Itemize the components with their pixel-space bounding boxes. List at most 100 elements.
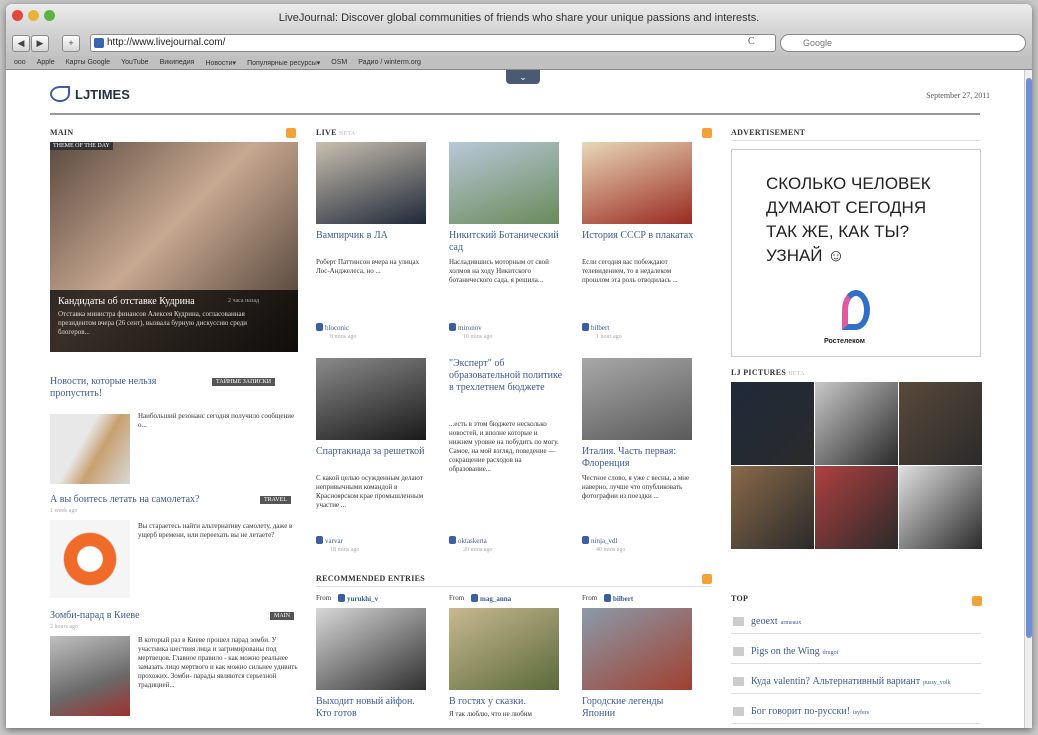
author-link[interactable]: ninja_vdl — [582, 536, 617, 545]
author-link[interactable]: mironov — [449, 323, 482, 332]
picture-thumb[interactable] — [815, 466, 898, 549]
live-title[interactable]: "Эксперт" об образовательной политике в … — [449, 358, 564, 394]
top-item-user: tsyfers — [853, 710, 870, 716]
author-name: ninja_vdl — [591, 537, 618, 545]
top-item[interactable]: geoext armeaux — [731, 612, 981, 634]
picture-thumb[interactable] — [899, 466, 982, 549]
ad-text: СКОЛЬКО ЧЕЛОВЕК ДУМАЮТ СЕГОДНЯ ТАК ЖЕ, К… — [766, 174, 931, 265]
bookmark-item[interactable]: Карты Google — [66, 59, 110, 66]
main-item-tag[interactable]: MAIN — [270, 612, 294, 620]
rss-icon[interactable] — [972, 596, 982, 606]
author-link[interactable]: yurukhi_v — [338, 594, 378, 603]
live-image[interactable] — [449, 142, 559, 224]
live-ago: 40 mins ago — [596, 547, 626, 553]
main-item-image[interactable] — [50, 636, 130, 716]
live-title[interactable]: Никитский Ботанический сад — [449, 230, 564, 254]
chevron-down-icon[interactable]: ⌄ — [506, 70, 540, 84]
bookmark-item[interactable]: Новости▾ — [205, 59, 236, 67]
top-item-title: Куда valentin? Альтернативный вариант — [751, 676, 921, 687]
top-item-title: geoext — [751, 616, 778, 627]
picture-thumb[interactable] — [899, 382, 982, 465]
section-ad: ADVERTISEMENT — [731, 128, 806, 137]
user-icon — [449, 323, 456, 331]
author-link[interactable]: varvar — [316, 536, 343, 545]
author-link[interactable]: bilbert — [582, 323, 609, 332]
live-image[interactable] — [316, 142, 426, 224]
live-title[interactable]: Италия. Часть первая: Флоренция — [582, 446, 697, 470]
bookmarks-bar: ooo Apple Карты Google YouTube Википедия… — [6, 56, 1032, 70]
main-item-tag[interactable]: TRAVEL — [260, 496, 291, 504]
scroll-thumb[interactable] — [1026, 78, 1032, 638]
author-name: yurukhi_v — [347, 595, 379, 603]
picture-thumb[interactable] — [731, 382, 814, 465]
ad-brand: Ростелеком — [824, 338, 865, 345]
recommended-title[interactable]: Выходит новый айфон. Кто готов — [316, 696, 428, 720]
site-logo[interactable]: LJTIMES — [50, 86, 130, 102]
live-ago: 1 hour ago — [596, 334, 622, 340]
rss-icon[interactable] — [286, 128, 296, 138]
search-field[interactable]: Google — [780, 34, 1026, 52]
back-button[interactable]: ◀ — [12, 35, 30, 52]
top-item[interactable]: Куда valentin? Альтернативный вариант pus… — [731, 672, 981, 694]
main-item-image[interactable] — [50, 414, 130, 484]
main-item-title[interactable]: А вы боитесь летать на самолетах? — [50, 494, 250, 506]
main-item-tag[interactable]: ТАЙНЫЕ ЗАПИСКИ — [212, 378, 276, 386]
section-top: TOP — [731, 594, 749, 603]
recommended-image[interactable] — [449, 608, 559, 690]
rss-icon[interactable] — [702, 574, 712, 584]
recommended-image[interactable] — [582, 608, 692, 690]
author-name: mironov — [458, 324, 482, 332]
bookmark-item[interactable]: Apple — [37, 59, 55, 66]
author-name: bilbert — [591, 324, 610, 332]
user-icon — [316, 536, 323, 544]
recommended-title[interactable]: Городские легенды Японии — [582, 696, 694, 720]
picture-thumb[interactable] — [731, 466, 814, 549]
forward-button[interactable]: ▶ — [31, 35, 49, 52]
bookmark-item[interactable]: Радио / winterm.org — [358, 59, 421, 66]
feature-text: Отставка министра финансов Алексея Кудри… — [58, 310, 248, 336]
feature-title[interactable]: Кандидаты об отставке Кудрина — [58, 296, 195, 307]
favicon-icon — [94, 38, 104, 48]
top-item-label: Pigs on the Wing drugoi — [751, 646, 838, 657]
lifebuoy-image[interactable] — [50, 520, 130, 598]
add-bookmark-button[interactable]: + — [62, 35, 80, 52]
page-date: September 27, 2011 — [926, 91, 990, 100]
bookmark-item[interactable]: Википедия — [160, 59, 195, 66]
feature-image[interactable]: THEME OF THE DAY Кандидаты об отставке К… — [50, 142, 298, 352]
recommended-image[interactable] — [316, 608, 426, 690]
author-link[interactable]: mag_anna — [471, 594, 511, 603]
live-text: С какой целью осужденным делают непривыч… — [316, 474, 424, 509]
main-item-title[interactable]: Зомби-парад в Киеве — [50, 610, 250, 622]
from-label: From — [316, 594, 332, 602]
live-title[interactable]: Спартакиада за решеткой — [316, 446, 431, 458]
bookmark-item[interactable]: YouTube — [121, 59, 149, 66]
window-title: LiveJournal: Discover global communities… — [278, 12, 760, 24]
section-main: MAIN — [50, 128, 74, 137]
author-link[interactable]: oktaskerta — [449, 536, 487, 545]
live-ago: 18 mins ago — [330, 547, 360, 553]
main-item-title[interactable]: Новости, которые нельзя пропустить! — [50, 376, 200, 400]
live-image[interactable] — [316, 358, 426, 440]
live-image[interactable] — [582, 358, 692, 440]
author-link[interactable]: bloconic — [316, 323, 349, 332]
toolbar: ◀ ▶ + http://www.livejournal.com/ C Goog… — [6, 32, 1032, 56]
url-bar[interactable]: http://www.livejournal.com/ — [90, 34, 776, 52]
bookmark-item[interactable]: Популярные ресурсы▾ — [247, 59, 320, 67]
author-link[interactable]: bilbert — [604, 594, 633, 603]
top-item[interactable]: Pigs on the Wing drugoi — [731, 642, 981, 664]
recommended-from: From — [582, 594, 597, 602]
live-title[interactable]: Вампирчик в ЛА — [316, 230, 431, 242]
reading-list-icon[interactable]: ooo — [14, 59, 26, 66]
advertisement-banner[interactable]: СКОЛЬКО ЧЕЛОВЕК ДУМАЮТ СЕГОДНЯ ТАК ЖЕ, К… — [731, 149, 981, 357]
recommended-title[interactable]: В гостях у сказки. — [449, 696, 561, 708]
top-item[interactable]: Бог говорит по-русски! tsyfers — [731, 702, 981, 724]
reload-icon[interactable]: C — [748, 36, 755, 47]
user-icon — [604, 594, 611, 602]
live-image[interactable] — [582, 142, 692, 224]
vertical-scrollbar[interactable] — [1024, 70, 1032, 728]
live-title[interactable]: История СССР в плакатах — [582, 230, 697, 242]
rss-icon[interactable] — [702, 128, 712, 138]
top-item-title: Pigs on the Wing — [751, 646, 820, 657]
picture-thumb[interactable] — [815, 382, 898, 465]
bookmark-item[interactable]: OSM — [331, 59, 347, 66]
